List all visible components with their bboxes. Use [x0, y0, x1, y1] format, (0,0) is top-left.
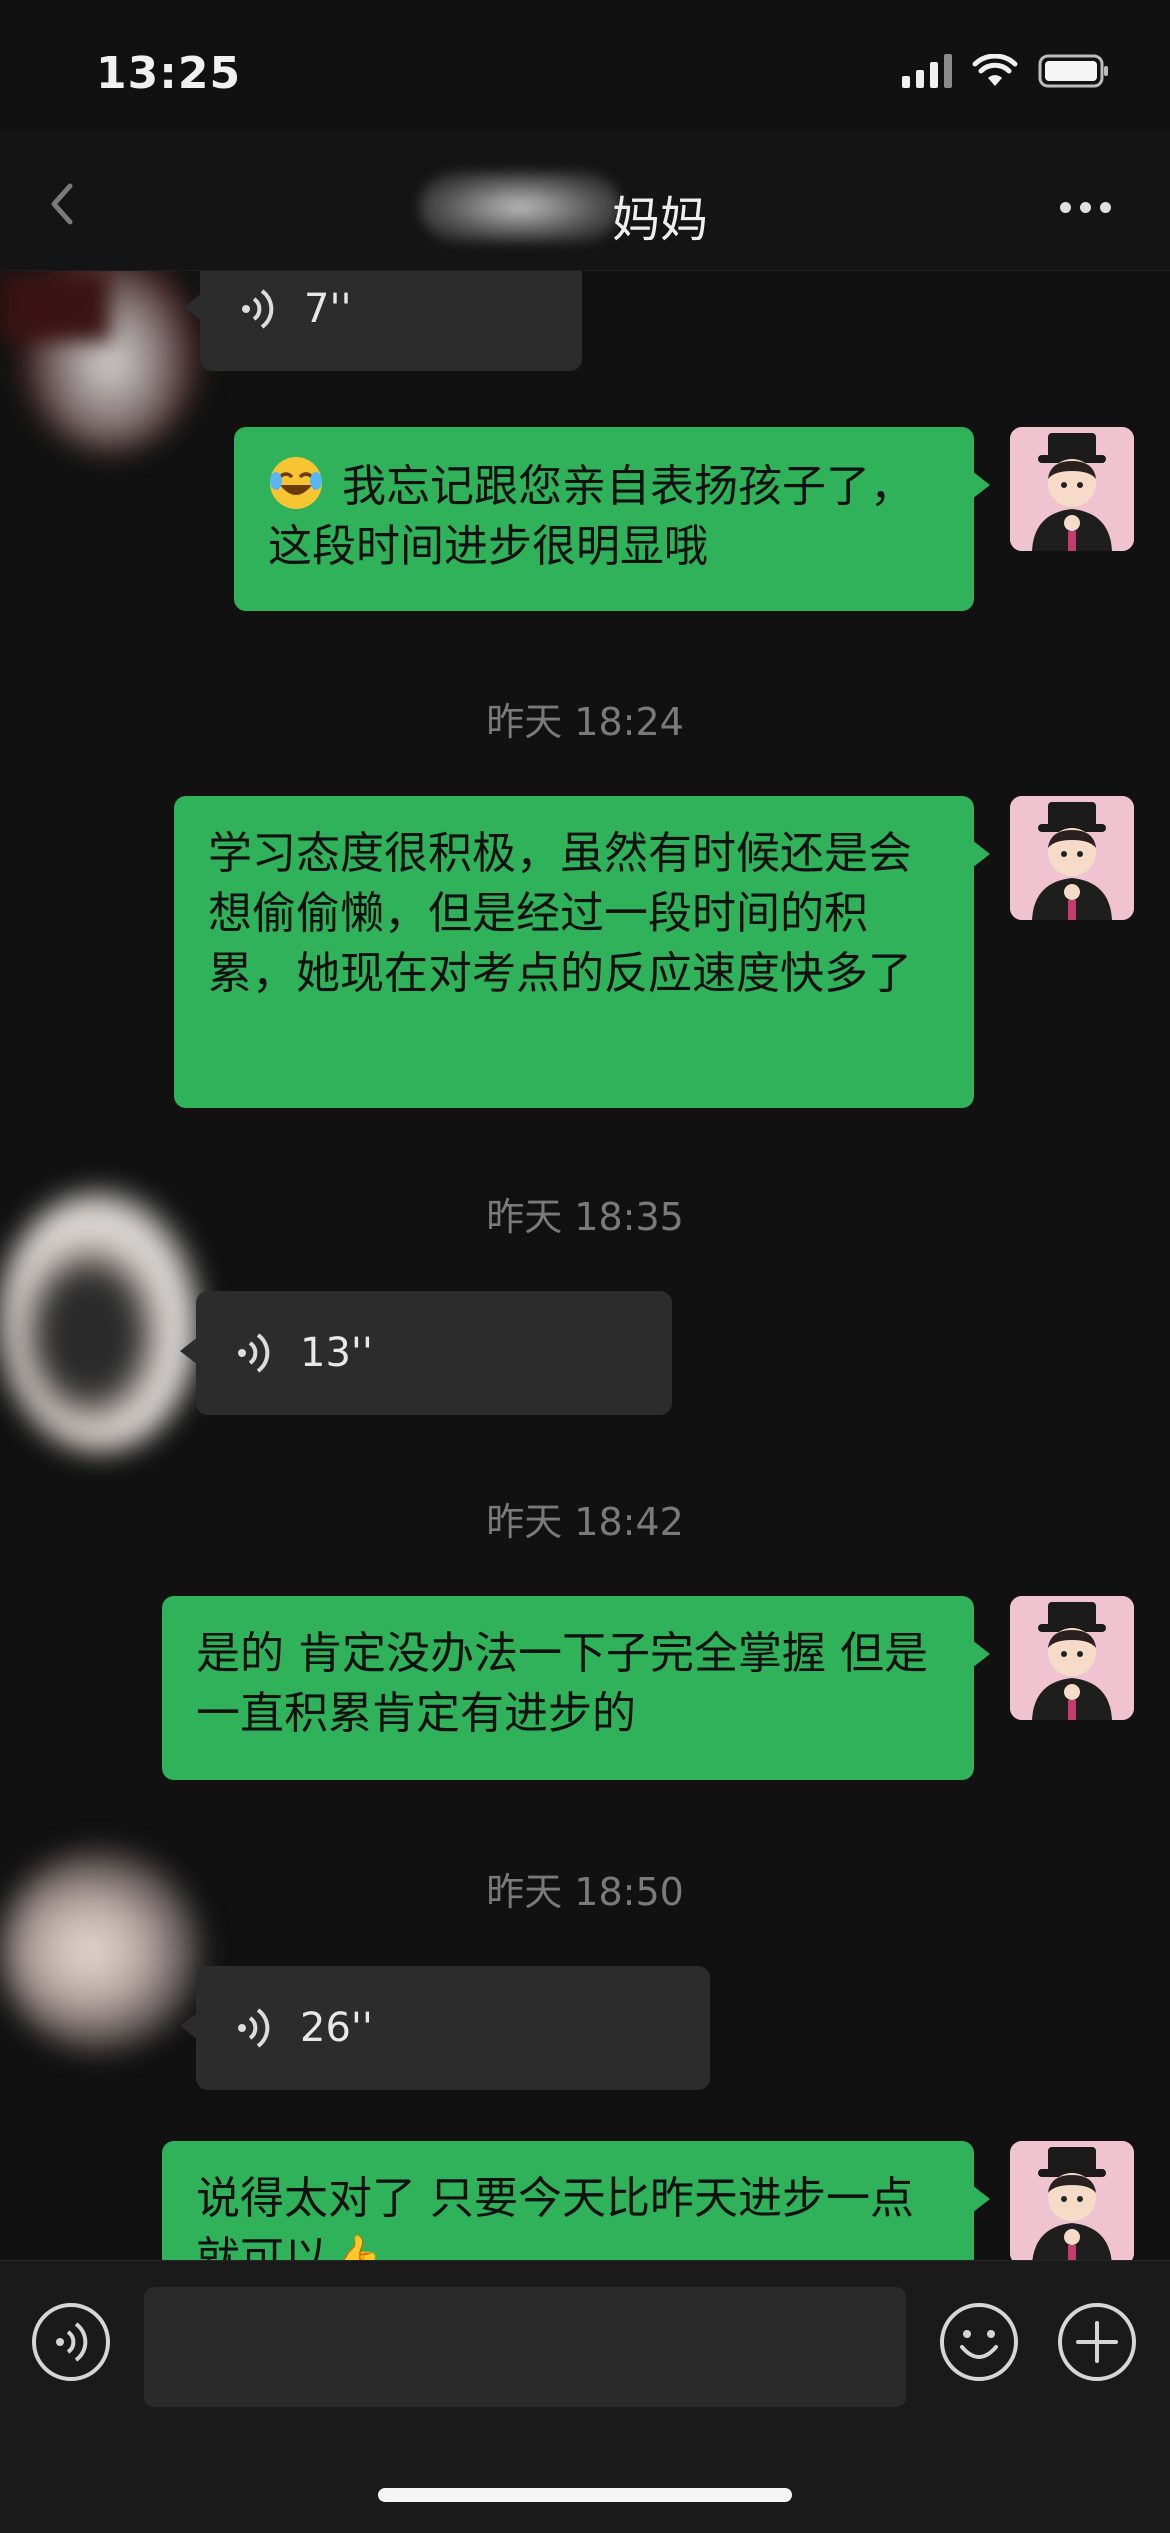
avatar-illustration [1010, 796, 1134, 920]
message-input[interactable] [144, 2287, 906, 2407]
timestamp: 昨天 18:24 [486, 700, 684, 744]
voice-duration: 13'' [300, 1330, 373, 1376]
timestamp: 昨天 18:42 [486, 1500, 684, 1544]
contact-avatar-blurred [0, 1191, 200, 1451]
more-button[interactable] [1050, 182, 1120, 232]
voice-message[interactable]: 13'' [180, 1291, 672, 1415]
voice-wave-icon [238, 1333, 270, 1373]
avatar-illustration [1010, 2141, 1134, 2260]
wifi-icon [972, 54, 1018, 86]
self-avatar[interactable] [1010, 1596, 1134, 1720]
message-text: 说得太对了 只要今天比昨天进步一点就可以👍 [196, 2173, 914, 2260]
message-list[interactable]: 7'' 我忘记跟您亲自表扬孩子了，这段时间进步很明显哦 昨天 18:24 学习态… [0, 271, 1170, 2260]
signal-icon [902, 54, 952, 88]
status-icons [902, 54, 1110, 88]
voice-wave-icon [238, 2008, 270, 2048]
chevron-left-icon [51, 183, 73, 225]
outgoing-message[interactable]: 学习态度很积极，虽然有时候还是会想偷偷懒，但是经过一段时间的积累，她现在对考点的… [174, 796, 990, 1108]
avatar-illustration [1010, 427, 1134, 551]
chat-header: 妈妈 [0, 130, 1170, 271]
message-text: 学习态度很积极，虽然有时候还是会想偷偷懒，但是经过一段时间的积累，她现在对考点的… [208, 828, 912, 999]
outgoing-message[interactable]: 是的 肯定没办法一下子完全掌握 但是一直积累肯定有进步的 [162, 1596, 990, 1780]
redaction-smear [0, 271, 110, 341]
voice-mode-icon [32, 2303, 110, 2381]
outgoing-message[interactable]: 说得太对了 只要今天比昨天进步一点就可以👍 [162, 2141, 990, 2260]
voice-wave-icon [242, 289, 274, 329]
voice-message[interactable]: 26'' [180, 1966, 710, 2090]
message-text: 是的 肯定没办法一下子完全掌握 但是一直积累肯定有进步的 [196, 1628, 928, 1739]
smiley-icon [940, 2303, 1018, 2381]
status-time: 13:25 [96, 48, 242, 99]
outgoing-message[interactable]: 我忘记跟您亲自表扬孩子了，这段时间进步很明显哦 [234, 427, 990, 611]
contact-avatar-blurred [0, 1851, 200, 2051]
more-icon [1059, 201, 1071, 213]
voice-message[interactable]: 7'' [184, 271, 582, 371]
plus-button[interactable] [1056, 2301, 1138, 2383]
voice-mode-button[interactable] [30, 2301, 112, 2383]
face-with-tears-of-joy-icon [270, 457, 322, 509]
avatar-illustration [1010, 1596, 1134, 1720]
status-bar: 13:25 [0, 0, 1170, 130]
chat-title: 妈妈 [612, 192, 709, 248]
timestamp: 昨天 18:35 [486, 1195, 684, 1239]
emoji-button[interactable] [938, 2301, 1020, 2383]
message-text: 我忘记跟您亲自表扬孩子了，这段时间进步很明显哦 [268, 461, 914, 572]
self-avatar[interactable] [1010, 427, 1134, 551]
redacted-name [420, 172, 620, 242]
self-avatar[interactable] [1010, 796, 1134, 920]
voice-duration: 26'' [300, 2005, 373, 2051]
battery-icon [1038, 54, 1108, 88]
back-button[interactable] [36, 176, 92, 232]
plus-circle-icon [1058, 2303, 1136, 2381]
self-avatar[interactable] [1010, 2141, 1134, 2260]
voice-duration: 7'' [304, 286, 352, 332]
home-indicator[interactable] [378, 2488, 792, 2502]
